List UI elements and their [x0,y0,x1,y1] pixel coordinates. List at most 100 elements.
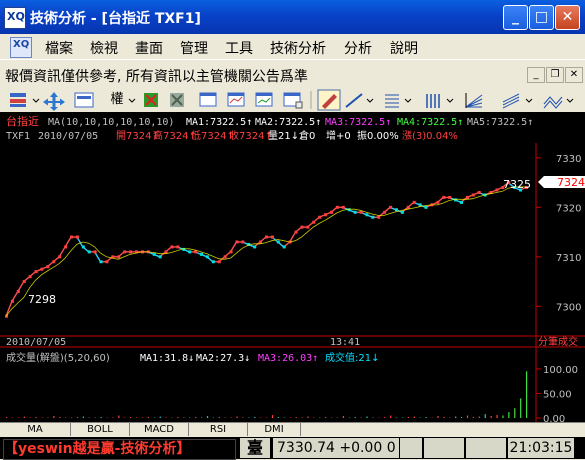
price-point [176,245,180,249]
price-point [93,250,97,254]
tick-mode-label: 分筆成交 [538,335,578,348]
maximize-button[interactable]: □ [529,5,554,30]
rights-dropdown[interactable]: 權 [107,91,127,109]
cross-gray-icon[interactable] [170,93,184,107]
price-point [400,210,404,214]
menu-analysis[interactable]: 分析 [344,38,372,58]
channel-icon[interactable] [502,93,533,109]
window-3-icon[interactable] [255,92,273,107]
ma-line [5,186,526,317]
columns-icon[interactable] [10,93,26,107]
price-point [16,289,20,293]
window-1-icon[interactable] [199,92,217,107]
wave-icon[interactable] [543,96,574,109]
high-price-label: 7325 [503,178,531,191]
price-point [389,205,393,209]
price-point [330,210,333,214]
cross-color-icon[interactable] [144,93,158,107]
price-point [282,245,286,249]
status-bar: 【yeswin越是贏-技術分析】 臺 7330.74 +0.00 0 21:03… [0,437,585,460]
menu-view[interactable]: 檢視 [90,38,118,58]
volume-bar [490,416,492,418]
price-point [105,260,109,264]
volume-bar [366,416,368,418]
move-icon[interactable] [43,92,65,111]
tab-ma[interactable]: MA [0,423,71,436]
menu-bar: XQ 檔案 檢視 畫面 管理 工具 技術分析 分析 說明 [0,34,585,59]
chevron-down-icon[interactable] [128,98,136,103]
menu-technical-analysis[interactable]: 技術分析 [270,38,326,58]
price-point [318,215,322,219]
price-point [46,265,50,269]
menu-manage[interactable]: 管理 [180,38,208,58]
close-button[interactable]: ✕ [555,5,580,30]
volume-bar [171,417,173,419]
window-4-icon[interactable] [283,92,303,109]
price-point [395,208,398,212]
volume-bar [307,416,309,418]
price-point [87,250,91,254]
volume-bar [502,415,504,418]
volume-bar [342,416,345,418]
ma3-label: MA3:7322.5↑ [325,117,391,128]
volume-bar [295,417,297,418]
fib-icon[interactable] [385,94,412,108]
price-point [152,252,156,256]
price-point [465,195,469,199]
price-point [70,235,73,239]
price-point [241,240,245,244]
tab-boll[interactable]: BOLL [71,423,130,436]
price-point [365,213,369,217]
volume-bar [230,417,232,419]
volume-bar [396,417,398,419]
volume-bar [484,414,486,418]
volume-bar [283,417,285,419]
menu-tools[interactable]: 工具 [225,38,253,58]
ticker-marquee[interactable]: 【yeswin越是贏-技術分析】 [3,439,236,460]
volume-bar [23,416,25,418]
bars-icon[interactable] [74,92,94,108]
info-date: 2010/07/05 [38,131,98,142]
price-point [270,235,274,239]
app-logo-icon: XQ [4,7,26,29]
volume-ma3: MA3:26.03↑ [258,353,318,364]
price-point [406,205,410,209]
tab-dmi[interactable]: DMI [248,423,301,436]
edit-icon[interactable] [317,89,341,111]
mdi-restore-button[interactable]: ❐ [546,67,564,83]
technical-chart[interactable]: 台指近 MA(10,10,10,10,10,10) MA1:7322.5↑ MA… [0,112,585,422]
price-point [442,195,446,199]
grid-lines-icon[interactable] [426,94,454,108]
price-point [34,270,38,274]
menu-file[interactable]: 檔案 [45,38,73,58]
minimize-button[interactable]: _ [503,5,528,30]
volume-bar [461,417,463,418]
price-series [5,181,528,318]
menu-screen[interactable]: 畫面 [135,38,163,58]
volume-bar [94,417,96,419]
volume-bar [248,417,250,419]
price-point [300,225,304,229]
price-point [412,200,416,204]
price-point [182,247,186,251]
price-point [129,250,133,254]
window-2-icon[interactable] [227,92,245,107]
document-icon[interactable]: XQ [10,37,32,58]
mdi-close-button[interactable]: ✕ [565,67,583,83]
price-point [436,200,440,204]
price-point [383,210,387,214]
volume-bar [419,417,421,419]
price-point [341,205,345,209]
volume-bar [496,415,498,418]
mdi-minimize-button[interactable]: _ [527,67,545,83]
menu-help[interactable]: 說明 [390,38,418,58]
fan-icon[interactable] [465,93,483,108]
chevron-down-icon[interactable] [32,98,40,103]
title-bar[interactable]: XQ 技術分析 - [台指近 TXF1] _ □ ✕ [0,0,585,34]
volume-bar [118,415,120,418]
line-icon[interactable] [345,93,374,108]
tab-rsi[interactable]: RSI [189,423,248,436]
price-point [123,250,127,254]
info-close: 收7324↑ [229,129,273,142]
tab-macd[interactable]: MACD [130,423,189,436]
